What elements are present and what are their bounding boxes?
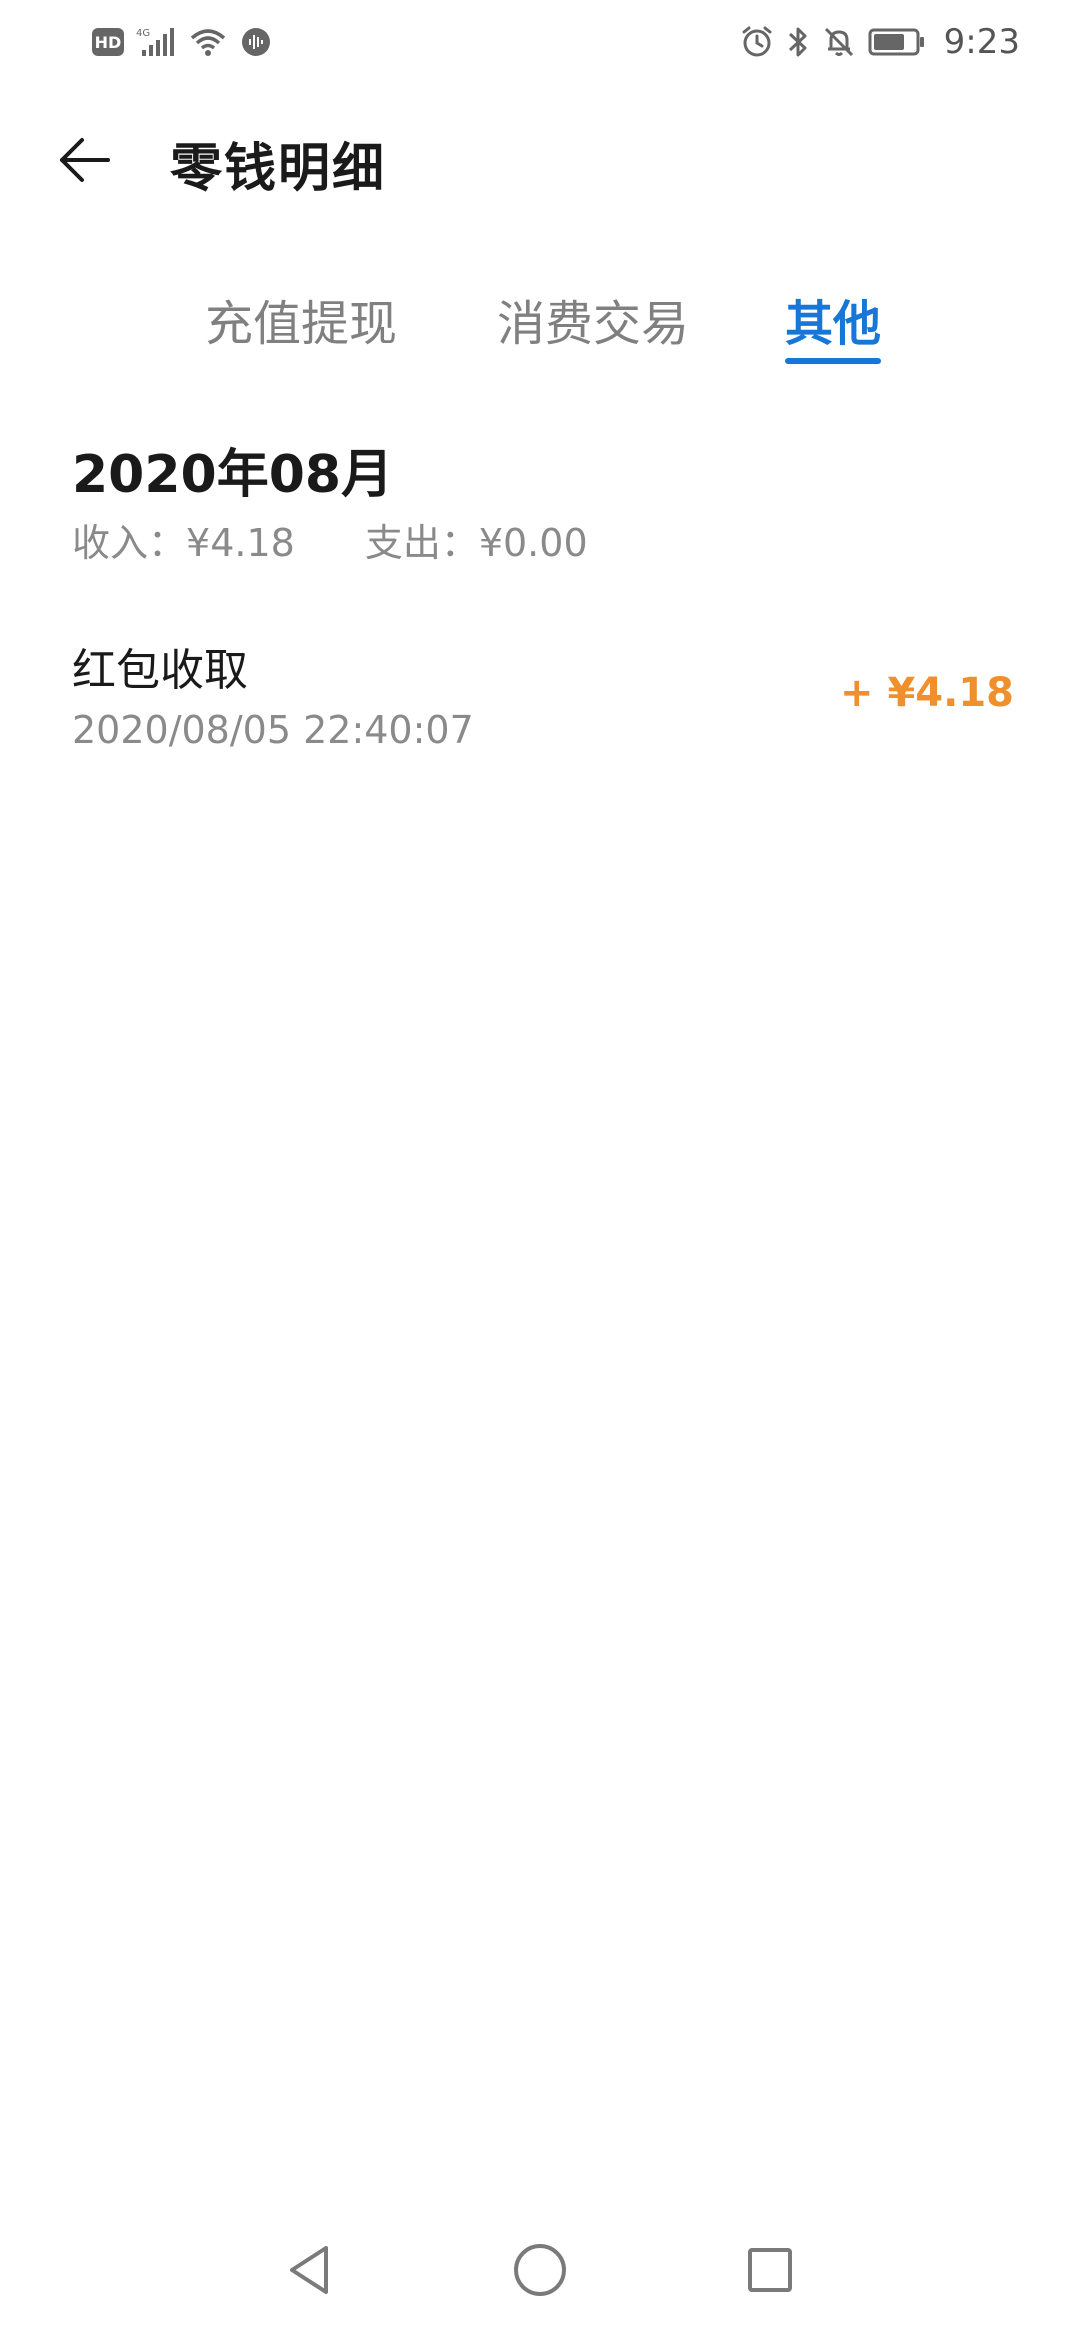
wifi-icon <box>188 26 228 58</box>
status-right: 9:23 <box>740 22 1020 62</box>
alarm-icon <box>740 25 774 59</box>
network-type-label: 4G <box>136 28 150 39</box>
status-bar: HD 4G 9:23 <box>0 0 1080 84</box>
app-header: 零钱明细 <box>0 104 1080 214</box>
hd-icon: HD <box>92 28 124 56</box>
nav-home-button[interactable] <box>500 2230 580 2310</box>
expense-label: 支出： <box>364 521 479 565</box>
income-label: 收入： <box>72 521 187 565</box>
tab-other[interactable]: 其他 <box>785 284 881 354</box>
month-summary: 收入：¥4.18 支出：¥0.00 <box>72 512 588 567</box>
back-triangle-icon <box>290 2246 328 2294</box>
transaction-amount: + ¥4.18 <box>840 670 1014 716</box>
signal-icon: 4G <box>136 26 176 58</box>
bell-off-icon <box>822 25 856 59</box>
recents-square-icon <box>748 2248 792 2292</box>
status-left: HD 4G <box>92 26 272 58</box>
tab-active-indicator <box>785 358 881 364</box>
income-value: ¥4.18 <box>186 521 295 565</box>
home-circle-icon <box>514 2244 566 2296</box>
transaction-name: 红包收取 <box>72 645 248 696</box>
arrow-left-icon <box>60 138 110 182</box>
transaction-time: 2020/08/05 22:40:07 <box>72 708 474 752</box>
expense-value: ¥0.00 <box>478 521 588 565</box>
month-title: 2020年08月 <box>72 445 394 505</box>
back-button[interactable] <box>52 128 116 192</box>
tab-recharge-withdraw[interactable]: 充值提现 <box>205 284 397 354</box>
system-nav-bar <box>0 2230 1080 2340</box>
nav-back-button[interactable] <box>270 2230 350 2310</box>
tab-consumption[interactable]: 消费交易 <box>497 284 689 354</box>
app-root: HD 4G 9:23 零钱明细 充值提现 消费交易 其他 2020年08月 收入… <box>0 0 1080 2340</box>
page-title: 零钱明细 <box>170 139 387 199</box>
transaction-item[interactable]: 红包收取 2020/08/05 22:40:07 + ¥4.18 <box>0 620 1080 770</box>
status-time: 9:23 <box>943 22 1020 62</box>
battery-icon <box>868 27 926 57</box>
bluetooth-icon <box>786 25 810 59</box>
tab-bar: 充值提现 消费交易 其他 <box>0 270 1080 370</box>
voice-icon <box>240 26 272 58</box>
nav-recents-button[interactable] <box>730 2230 810 2310</box>
